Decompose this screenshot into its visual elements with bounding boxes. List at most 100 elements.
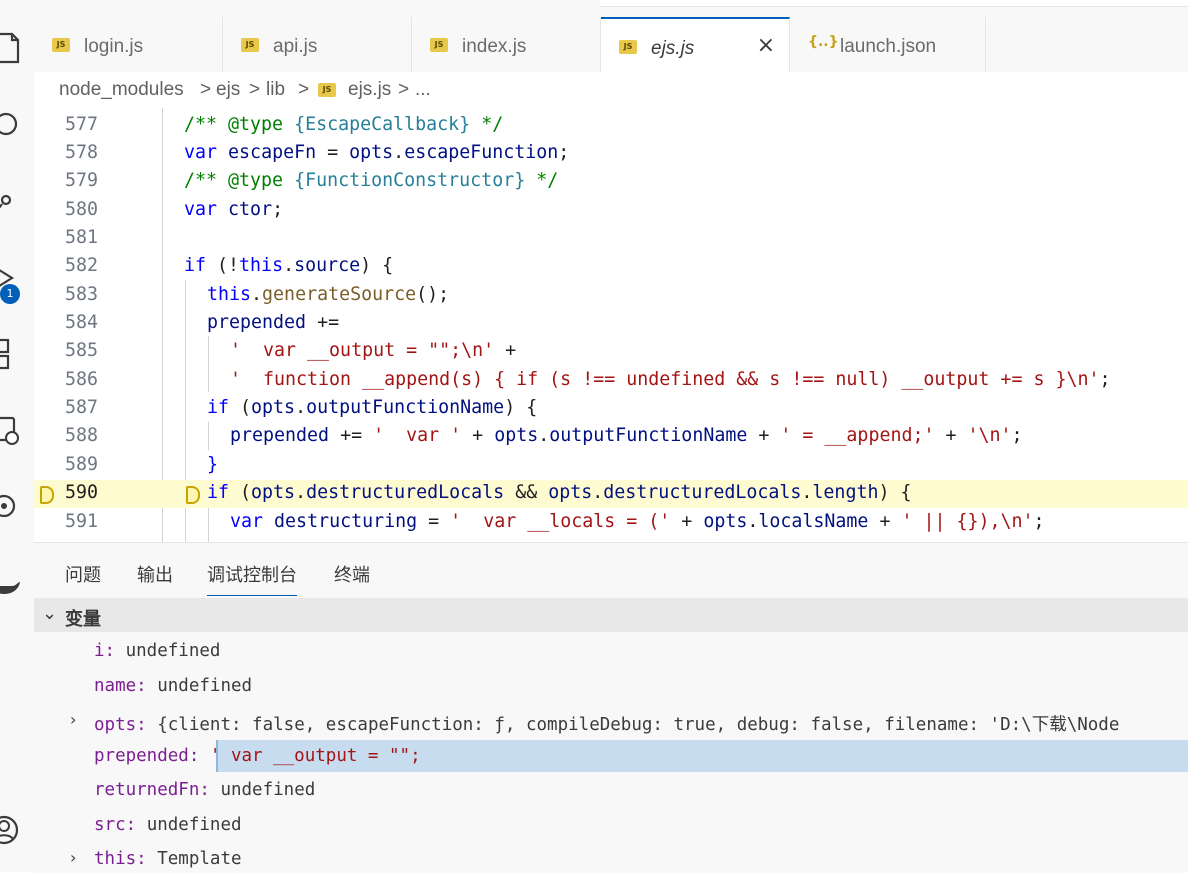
tab-label: api.js — [273, 36, 318, 57]
variable-value: undefined — [115, 641, 221, 661]
tab-label: ejs.js — [651, 38, 695, 59]
code-line: 588 prepended += ' var ' + opts.outputFu… — [34, 423, 1188, 451]
variable-row[interactable]: › opts: {client: false, escapeFunction: … — [34, 705, 1188, 739]
variable-entry: prepended: ' var __output = ""; — [94, 746, 421, 766]
variable-name: prepended: — [94, 746, 200, 766]
debug-badge: 1 — [0, 284, 20, 304]
line-number: 582 — [64, 255, 98, 276]
editor-tab-bar: JS login.js JS api.js JS index.js JS ejs… — [34, 0, 1188, 73]
variable-value: undefined — [136, 815, 242, 835]
current-statement-icon — [186, 486, 200, 504]
variable-value: Template — [146, 849, 242, 869]
tab-login-js[interactable]: JS login.js — [34, 17, 223, 72]
line-number: 588 — [64, 425, 98, 446]
tab-terminal[interactable]: 终端 — [334, 561, 370, 587]
line-number: 581 — [64, 227, 98, 248]
code-text: ' function __append(s) { if (s !== undef… — [230, 369, 1111, 390]
variable-entry: i: undefined — [94, 641, 220, 661]
variables-title: 变量 — [65, 609, 101, 629]
tab-label: index.js — [462, 36, 527, 57]
line-number: 583 — [64, 284, 98, 305]
variable-row[interactable]: src: undefined — [34, 809, 1188, 843]
code-text: var ctor; — [184, 199, 284, 220]
tab-output[interactable]: 输出 — [137, 561, 173, 587]
line-number: 577 — [64, 114, 98, 135]
line-number: 584 — [64, 312, 98, 333]
js-file-icon: JS — [318, 83, 336, 97]
account-icon[interactable] — [0, 812, 34, 846]
js-file-icon: JS — [52, 38, 70, 52]
chevron-right-icon: > — [398, 79, 410, 100]
docker-icon[interactable] — [0, 570, 34, 604]
code-line: 583 this.generateSource(); — [34, 282, 1188, 310]
tab-label: login.js — [84, 36, 144, 57]
tab-debug-console[interactable]: 调试控制台 — [207, 561, 297, 596]
source-control-icon[interactable] — [0, 186, 34, 220]
code-line: 586 ' function __append(s) { if (s !== u… — [34, 367, 1188, 395]
js-file-icon: JS — [430, 38, 448, 52]
chevron-right-icon: > — [298, 79, 310, 100]
code-line: 577 /** @type {EscapeCallback} */ — [34, 112, 1188, 140]
bottom-panel: 问题 输出 调试控制台 终端 ⌄ 变量 i: undefined name: u… — [34, 542, 1188, 873]
code-line: 584 prepended += — [34, 310, 1188, 338]
code-line: 578 var escapeFn = opts.escapeFunction; — [34, 140, 1188, 168]
json-file-icon: {..} — [808, 34, 839, 50]
explorer-icon[interactable] — [0, 30, 34, 64]
line-number: 590 — [64, 482, 98, 503]
variable-value: undefined — [209, 780, 316, 800]
variable-value: {client: false, escapeFunction: ƒ, compi… — [146, 715, 1120, 735]
close-icon[interactable]: × — [757, 33, 775, 58]
variable-value: undefined — [146, 676, 253, 696]
tab-bar-top-strip — [600, 0, 1188, 7]
variable-row[interactable]: returnedFn: undefined — [34, 774, 1188, 808]
code-line: 589 } — [34, 452, 1188, 480]
search-icon[interactable] — [0, 108, 34, 142]
breadcrumb-item[interactable]: lib — [266, 79, 285, 101]
code-text: if (opts.outputFunctionName) { — [207, 397, 538, 418]
breadcrumb-item[interactable]: ... — [415, 79, 431, 101]
tab-index-js[interactable]: JS index.js — [412, 17, 601, 72]
code-text: /** @type {EscapeCallback} */ — [184, 114, 504, 135]
code-text: ' var __output = "";\n' + — [230, 340, 517, 361]
variable-entry: opts: {client: false, escapeFunction: ƒ,… — [94, 711, 1119, 736]
line-number: 579 — [64, 170, 98, 191]
copilot-icon[interactable] — [0, 488, 34, 522]
chevron-right-icon[interactable]: › — [70, 710, 76, 729]
line-number: 591 — [64, 511, 98, 532]
code-text: } — [207, 454, 219, 475]
variable-value: ' var __output = ""; — [199, 746, 421, 766]
current-debug-line: 590 if (opts.destructuredLocals && opts.… — [34, 480, 1188, 508]
code-text: this.generateSource(); — [207, 284, 450, 305]
variable-entry: returnedFn: undefined — [94, 780, 315, 800]
code-text: prepended += — [207, 312, 340, 333]
code-line: 581 — [34, 225, 1188, 253]
code-text: /** @type {FunctionConstructor} */ — [184, 170, 559, 191]
breadcrumb-item[interactable]: ejs — [216, 79, 240, 101]
variable-entry: this: Template — [94, 849, 242, 869]
code-editor[interactable]: 577 /** @type {EscapeCallback} */ 578 va… — [34, 108, 1188, 542]
code-line: 587 if (opts.outputFunctionName) { — [34, 395, 1188, 423]
code-text: var destructuring = ' var __locals = (' … — [230, 511, 1045, 532]
extensions-icon[interactable] — [0, 336, 34, 370]
variable-name: name: — [94, 676, 147, 696]
chevron-right-icon: > — [200, 79, 212, 100]
variables-section-header[interactable]: ⌄ 变量 — [34, 598, 1188, 632]
code-text: if (!this.source) { — [184, 255, 394, 276]
variable-entry: name: undefined — [94, 676, 252, 696]
line-number: 587 — [64, 397, 98, 418]
tab-label: launch.json — [840, 36, 937, 57]
variable-row[interactable]: i: undefined — [34, 635, 1188, 669]
tab-launch-json[interactable]: {..} launch.json — [790, 17, 986, 72]
variable-name: returnedFn: — [94, 780, 210, 800]
variable-row-selected[interactable]: prepended: ' var __output = ""; — [34, 740, 1188, 774]
breadcrumb-item[interactable]: ejs.js — [348, 79, 391, 101]
breadcrumb-item[interactable]: node_modules — [59, 79, 184, 101]
tab-ejs-js[interactable]: JS ejs.js × — [601, 17, 790, 72]
tab-api-js[interactable]: JS api.js — [223, 17, 412, 72]
code-line: 585 ' var __output = "";\n' + — [34, 338, 1188, 366]
variable-row[interactable]: name: undefined — [34, 670, 1188, 704]
remote-icon[interactable] — [0, 414, 34, 448]
variable-name: opts: — [94, 715, 147, 735]
tab-problems[interactable]: 问题 — [65, 561, 101, 587]
chevron-right-icon[interactable]: › — [70, 848, 76, 867]
